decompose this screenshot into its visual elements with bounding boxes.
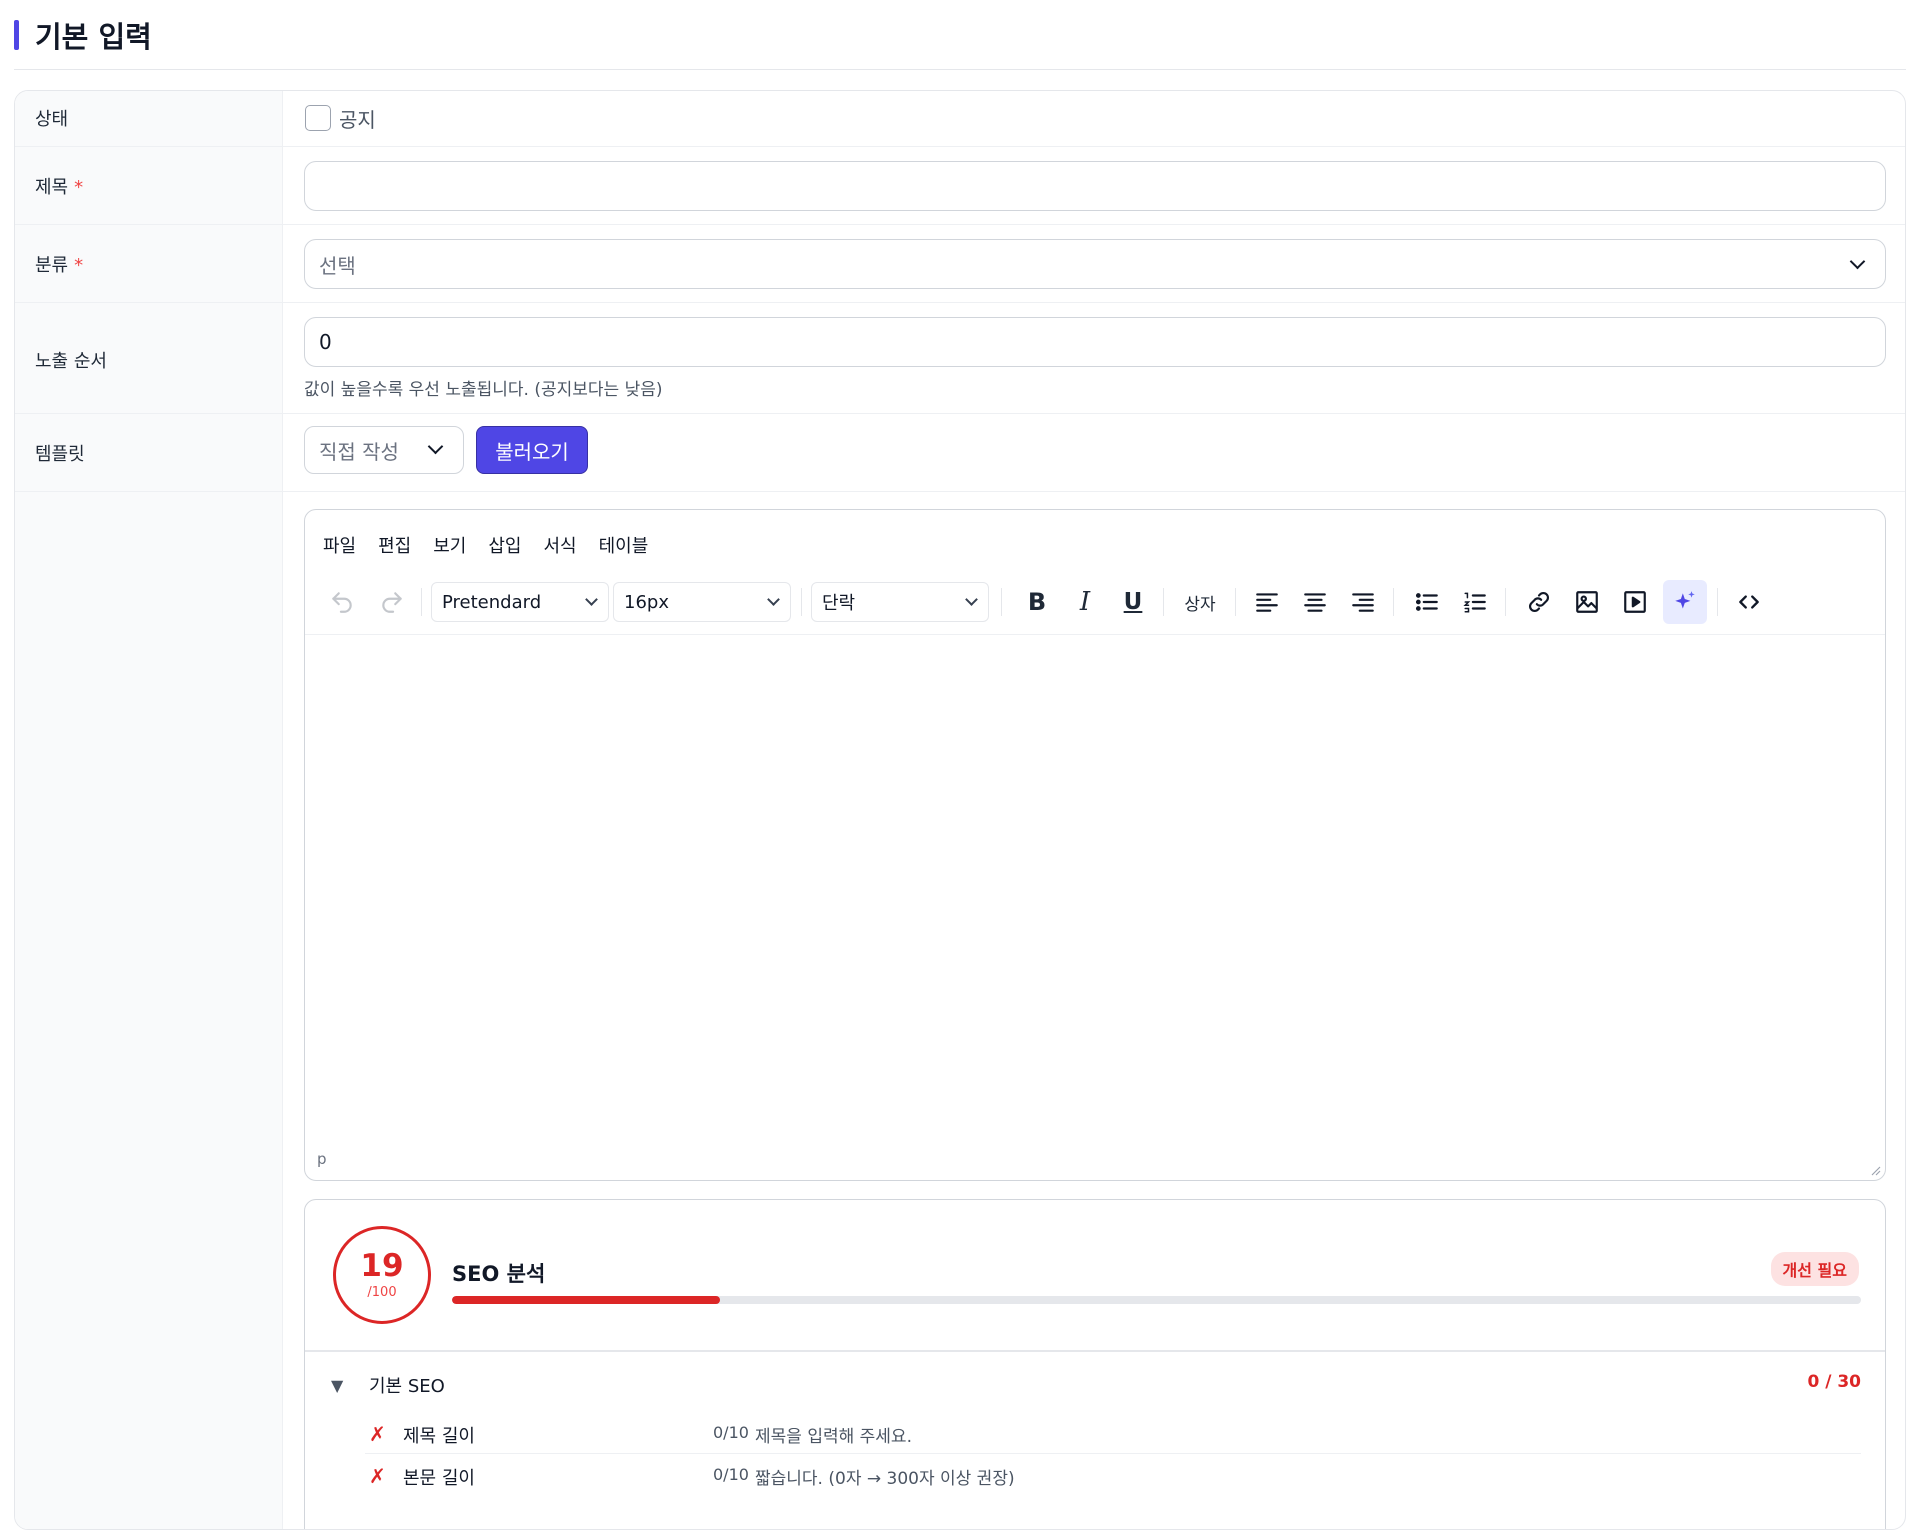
seo-divider (305, 1350, 1885, 1352)
seo-item-points: 0/10 (713, 1423, 749, 1442)
image-icon[interactable] (1567, 580, 1607, 624)
menu-insert[interactable]: 삽입 (488, 532, 521, 558)
menu-table[interactable]: 테이블 (599, 532, 649, 558)
bold-icon[interactable]: B (1017, 580, 1057, 624)
status-label: 상태 (35, 109, 69, 130)
toolbar-separator (1717, 588, 1718, 616)
category-label: 분류 * (35, 255, 84, 276)
font-family-value: Pretendard (442, 591, 542, 613)
ai-sparkle-icon[interactable] (1663, 580, 1707, 624)
triangle-down-icon: ▼ (331, 1376, 344, 1395)
fail-x-icon: ✗ (369, 1464, 386, 1488)
title-input[interactable] (304, 161, 1886, 211)
redo-icon[interactable] (373, 580, 411, 624)
undo-icon[interactable] (323, 580, 361, 624)
editor-content-area[interactable] (305, 636, 1885, 1136)
font-size-select[interactable]: 16px (613, 582, 791, 622)
rich-text-editor: 파일 편집 보기 삽입 서식 테이블 Pretendard 16px 단락 B … (304, 509, 1886, 1181)
basic-input-form: 상태 공지 제목 * 분류 * 선택 노출 순서 0 값이 높을수록 우선 노출됩니… (14, 90, 1906, 1530)
underline-icon[interactable]: U (1113, 580, 1153, 624)
order-input[interactable]: 0 (304, 317, 1886, 367)
align-center-icon[interactable] (1295, 580, 1335, 624)
chevron-down-icon (585, 593, 598, 606)
chevron-down-icon (767, 593, 780, 606)
align-left-icon[interactable] (1247, 580, 1287, 624)
code-icon[interactable] (1729, 580, 1769, 624)
box-button[interactable]: 상자 (1175, 580, 1225, 624)
seo-analysis-panel: 19 /100 SEO 분석 개선 필요 ▼ 기본 SEO 0 / 30 ✗ 제… (304, 1199, 1886, 1529)
toolbar-separator (1393, 588, 1394, 616)
align-right-icon[interactable] (1343, 580, 1383, 624)
seo-title: SEO 분석 (452, 1262, 546, 1286)
font-size-value: 16px (624, 591, 669, 613)
toolbar-separator (421, 588, 422, 616)
seo-group-title: 기본 SEO (369, 1376, 445, 1397)
category-select-value: 선택 (319, 253, 356, 278)
seo-item-message: 짧습니다. (0자 → 300자 이상 권장) (755, 1469, 1015, 1489)
numbered-list-icon[interactable] (1455, 580, 1495, 624)
chevron-down-icon (965, 593, 978, 606)
row-category: 분류 * 선택 (15, 225, 1905, 303)
notice-checkbox[interactable] (305, 105, 331, 131)
seo-item-name: 제목 길이 (403, 1426, 475, 1447)
notice-checkbox-label[interactable]: 공지 (339, 104, 376, 133)
category-select[interactable]: 선택 (304, 239, 1886, 289)
menu-view[interactable]: 보기 (433, 532, 466, 558)
toolbar-separator (1163, 588, 1164, 616)
italic-icon[interactable]: I (1065, 580, 1105, 624)
seo-progress-track (452, 1296, 1861, 1304)
seo-item-name: 본문 길이 (403, 1468, 475, 1489)
seo-group-basic[interactable]: ▼ 기본 SEO 0 / 30 (331, 1372, 1861, 1402)
template-select[interactable]: 직접 작성 (304, 426, 464, 474)
seo-status-badge: 개선 필요 (1770, 1252, 1859, 1286)
seo-group-score: 0 / 30 (1807, 1372, 1861, 1392)
editor-toolbar: Pretendard 16px 단락 B I U 상자 (317, 580, 1877, 624)
seo-progress-fill (452, 1296, 720, 1304)
toolbar-divider (305, 634, 1885, 635)
row-order: 노출 순서 0 값이 높을수록 우선 노출됩니다. (공지보다는 낮음) (15, 303, 1905, 414)
element-path: p (317, 1150, 327, 1168)
toolbar-separator (1235, 588, 1236, 616)
order-label: 노출 순서 (35, 351, 107, 372)
media-icon[interactable] (1615, 580, 1655, 624)
row-title: 제목 * (15, 147, 1905, 225)
toolbar-separator (1505, 588, 1506, 616)
seo-item: ✗ 제목 길이 0/10 제목을 입력해 주세요. (365, 1414, 1861, 1454)
seo-item: ✗ 본문 길이 0/10 짧습니다. (0자 → 300자 이상 권장) (365, 1456, 1861, 1496)
seo-score-max: /100 (367, 1284, 397, 1300)
toolbar-separator (1001, 588, 1002, 616)
title-accent-bar (14, 19, 19, 50)
link-icon[interactable] (1519, 580, 1559, 624)
template-label: 템플릿 (35, 444, 85, 465)
page-title: 기본 입력 (35, 19, 152, 54)
font-family-select[interactable]: Pretendard (431, 582, 609, 622)
menu-file[interactable]: 파일 (323, 532, 356, 558)
order-hint: 값이 높을수록 우선 노출됩니다. (공지보다는 낮음) (304, 380, 663, 400)
menu-format[interactable]: 서식 (544, 532, 577, 558)
chevron-down-icon (427, 438, 444, 455)
seo-item-points: 0/10 (713, 1465, 749, 1484)
toolbar-separator (801, 588, 802, 616)
row-status: 상태 공지 (15, 91, 1905, 147)
bullet-list-icon[interactable] (1407, 580, 1447, 624)
fail-x-icon: ✗ (369, 1422, 386, 1446)
resize-handle-icon[interactable] (1869, 1164, 1881, 1176)
block-format-value: 단락 (822, 593, 856, 614)
template-select-value: 직접 작성 (319, 439, 399, 464)
editor-menubar: 파일 편집 보기 삽입 서식 테이블 (323, 532, 648, 558)
seo-item-message: 제목을 입력해 주세요. (755, 1427, 912, 1447)
page-header: 기본 입력 (14, 0, 1906, 70)
block-format-select[interactable]: 단락 (811, 582, 989, 622)
chevron-down-icon (1849, 253, 1866, 270)
load-template-button[interactable]: 불러오기 (476, 426, 588, 474)
seo-score-ring: 19 /100 (333, 1226, 431, 1324)
menu-edit[interactable]: 편집 (378, 532, 411, 558)
seo-score: 19 (360, 1247, 404, 1284)
row-template: 템플릿 직접 작성 불러오기 (15, 414, 1905, 492)
title-label: 제목 * (35, 177, 84, 198)
